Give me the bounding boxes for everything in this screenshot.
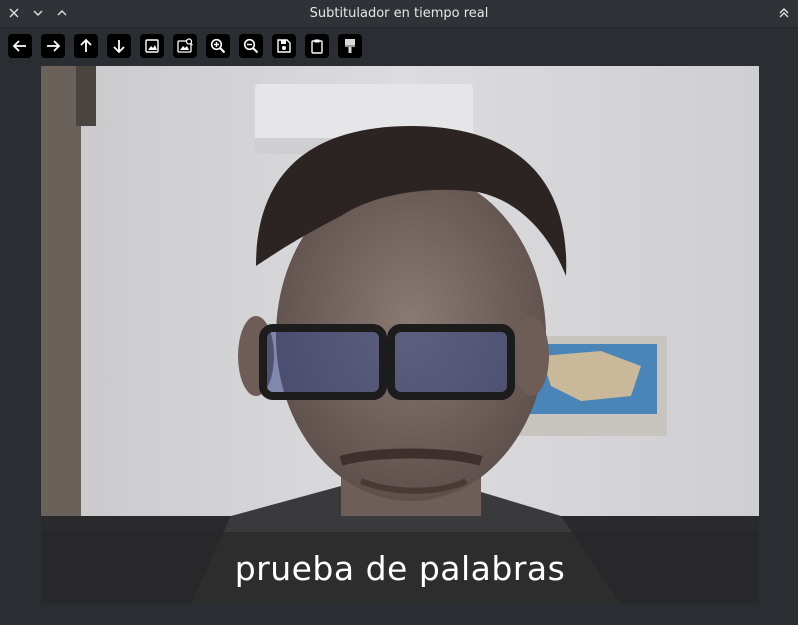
minimize-icon[interactable]	[28, 3, 48, 23]
image-icon[interactable]	[140, 34, 164, 58]
arrow-up-icon[interactable]	[74, 34, 98, 58]
camera-frame	[41, 66, 759, 604]
subtitle-text: prueba de palabras	[234, 548, 566, 588]
clipboard-icon[interactable]	[305, 34, 329, 58]
title-bar[interactable]: Subtitulador en tiempo real	[0, 0, 798, 28]
zoom-out-icon[interactable]	[239, 34, 263, 58]
close-icon[interactable]	[4, 3, 24, 23]
maximize-icon[interactable]	[52, 3, 72, 23]
toolbar	[0, 28, 798, 64]
keep-above-icon[interactable]	[774, 3, 794, 23]
window-title: Subtitulador en tiempo real	[309, 6, 489, 21]
subtitle-bar: prueba de palabras	[41, 532, 759, 604]
save-icon[interactable]	[272, 34, 296, 58]
zoom-in-icon[interactable]	[206, 34, 230, 58]
paint-brush-icon[interactable]	[338, 34, 362, 58]
image-search-icon[interactable]	[173, 34, 197, 58]
video-preview: prueba de palabras	[41, 66, 759, 604]
arrow-down-icon[interactable]	[107, 34, 131, 58]
arrow-left-icon[interactable]	[8, 34, 32, 58]
arrow-right-icon[interactable]	[41, 34, 65, 58]
